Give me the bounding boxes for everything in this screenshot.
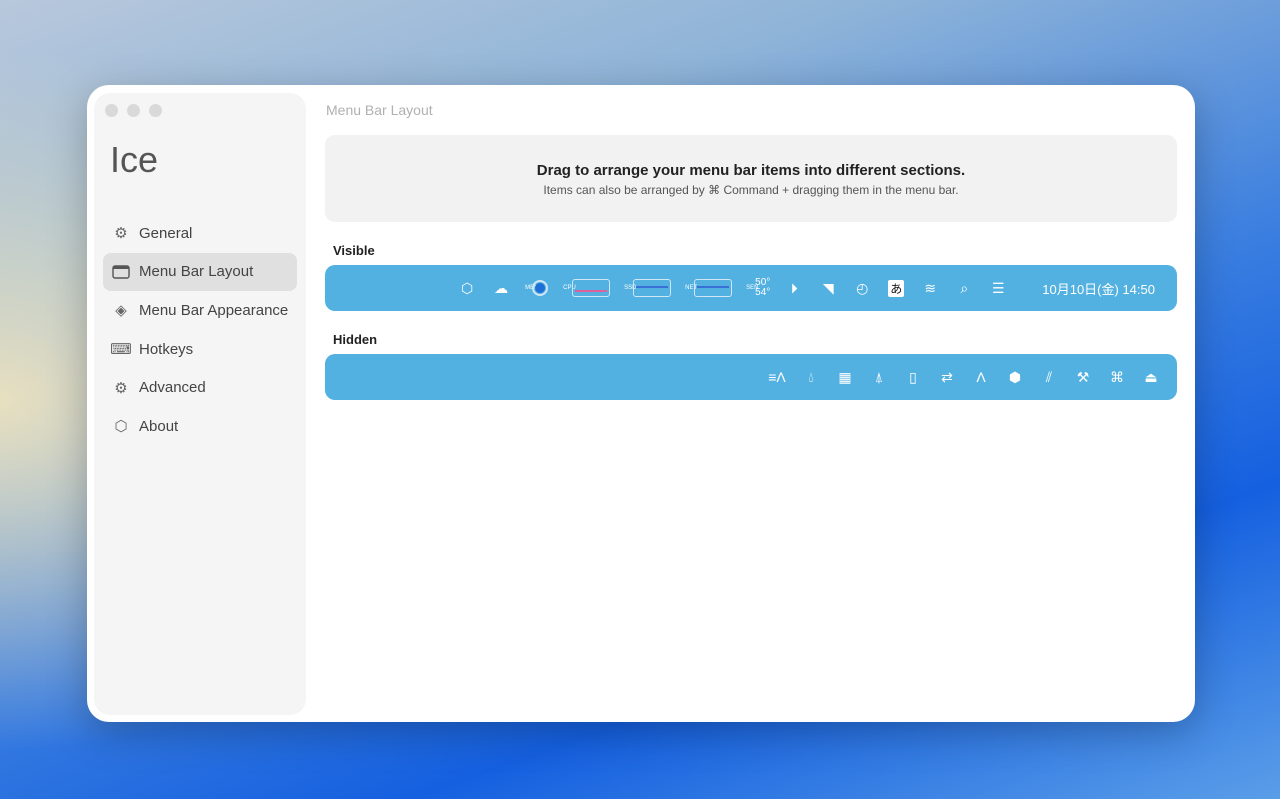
ssd-stat-item[interactable]: SSD	[624, 279, 672, 297]
menubar-icon	[111, 262, 131, 282]
memory-stat-item[interactable]: MEM	[525, 279, 549, 297]
gears-icon: ⚙	[114, 379, 128, 397]
input-method-icon[interactable]: あ	[886, 279, 906, 297]
window-switch-icon[interactable]: ⇄	[937, 369, 957, 386]
minimize-button[interactable]	[127, 104, 140, 117]
keyboard-icon: ⌨	[110, 341, 132, 359]
shield-icon[interactable]: ◥	[818, 280, 838, 297]
clipboard-icon[interactable]: ▯	[903, 369, 923, 386]
wifi-icon[interactable]: ≋	[920, 280, 940, 297]
zoom-button[interactable]	[149, 104, 162, 117]
app-a-icon[interactable]: ≡Λ	[767, 369, 787, 385]
control-center-icon[interactable]: ☰	[988, 280, 1008, 297]
grid-icon[interactable]: ▦	[835, 369, 855, 386]
info-title: Drag to arrange your menu bar items into…	[536, 162, 966, 179]
app-b-icon[interactable]: Λ	[971, 369, 991, 385]
broom-icon[interactable]: ⍋	[869, 369, 889, 386]
sidebar: Ice ⚙ General Menu Bar Layout ◈ Menu Bar A…	[94, 93, 306, 715]
command-icon[interactable]: ⌘	[1107, 369, 1127, 386]
gear-icon: ⚙	[114, 225, 128, 243]
sidebar-item-label: About	[139, 417, 179, 435]
play-icon[interactable]: ⏵	[784, 280, 804, 297]
ice-settings-window: Ice ⚙ General Menu Bar Layout ◈ Menu Bar A…	[87, 85, 1195, 722]
hidden-section-label: Hidden	[333, 332, 378, 347]
ssd-label: SSD	[624, 285, 637, 291]
search-icon[interactable]: ⌕	[954, 280, 974, 297]
sidebar-item-label: Menu Bar Appearance	[139, 301, 289, 319]
hexagon-icon[interactable]: ⬢	[1005, 369, 1025, 386]
temp-2: 54°	[755, 287, 771, 298]
appearance-icon: ◈	[115, 302, 127, 320]
net-graph	[694, 279, 733, 297]
sensor-stat-item[interactable]: SEN 50° 54°	[746, 278, 770, 298]
ssd-graph	[633, 279, 672, 297]
page-title: Menu Bar Layout	[326, 102, 433, 118]
sidebar-item-general[interactable]: ⚙ General	[103, 214, 297, 253]
sidebar-item-about[interactable]: ⬡ About	[103, 407, 297, 446]
app-title: Ice	[110, 139, 159, 180]
sidebar-item-hotkeys[interactable]: ⌨ Hotkeys	[103, 330, 297, 369]
tray-icon[interactable]: ⏏	[1141, 369, 1161, 386]
hidden-section-bar: ≡Λ 💧︎ ▦ ⍋ ▯ ⇄ Λ ⬢ ⫽ ⚒ ⌘ ⏏	[325, 354, 1177, 400]
window-controls	[105, 104, 162, 117]
cpu-stat-item[interactable]: CPU	[563, 279, 611, 297]
clock[interactable]: 10月10日(金) 14:50	[1042, 279, 1155, 298]
sidebar-item-label: Advanced	[139, 379, 206, 397]
sidebar-item-label: General	[139, 224, 193, 242]
sidebar-item-label: Hotkeys	[139, 340, 194, 358]
cube-icon[interactable]: ⬡	[457, 280, 477, 297]
info-box: Drag to arrange your menu bar items into…	[325, 135, 1177, 222]
close-button[interactable]	[105, 104, 118, 117]
drop-icon[interactable]: 💧︎	[801, 369, 821, 386]
net-label: NET	[685, 285, 698, 291]
sidebar-item-advanced[interactable]: ⚙ Advanced	[103, 368, 297, 407]
visible-section-bar: ⬡ ☁ MEM CPU SSD NET SEN 50° 54° ⏵ ◥ ◴ あ ≋ …	[325, 265, 1177, 311]
memory-ring-icon	[532, 280, 549, 296]
sidebar-item-menu-bar-appearance[interactable]: ◈ Menu Bar Appearance	[103, 291, 297, 330]
info-subtitle: Items can also be arranged by ⌘ Command …	[543, 183, 959, 197]
slashes-icon[interactable]: ⫽	[1039, 369, 1059, 386]
sen-label: SEN	[746, 285, 759, 291]
net-stat-item[interactable]: NET	[685, 279, 733, 297]
ime-label: あ	[888, 279, 905, 297]
cloud-icon[interactable]: ☁	[491, 280, 511, 297]
time-machine-icon[interactable]: ◴	[852, 280, 872, 297]
cube-icon: ⬡	[114, 418, 128, 436]
sidebar-item-label: Menu Bar Layout	[139, 263, 254, 281]
visible-section-label: Visible	[333, 243, 375, 258]
cpu-graph	[572, 279, 611, 297]
hammer-icon[interactable]: ⚒	[1073, 369, 1093, 386]
cpu-label: CPU	[563, 285, 576, 291]
sidebar-item-menu-bar-layout[interactable]: Menu Bar Layout	[103, 252, 297, 292]
